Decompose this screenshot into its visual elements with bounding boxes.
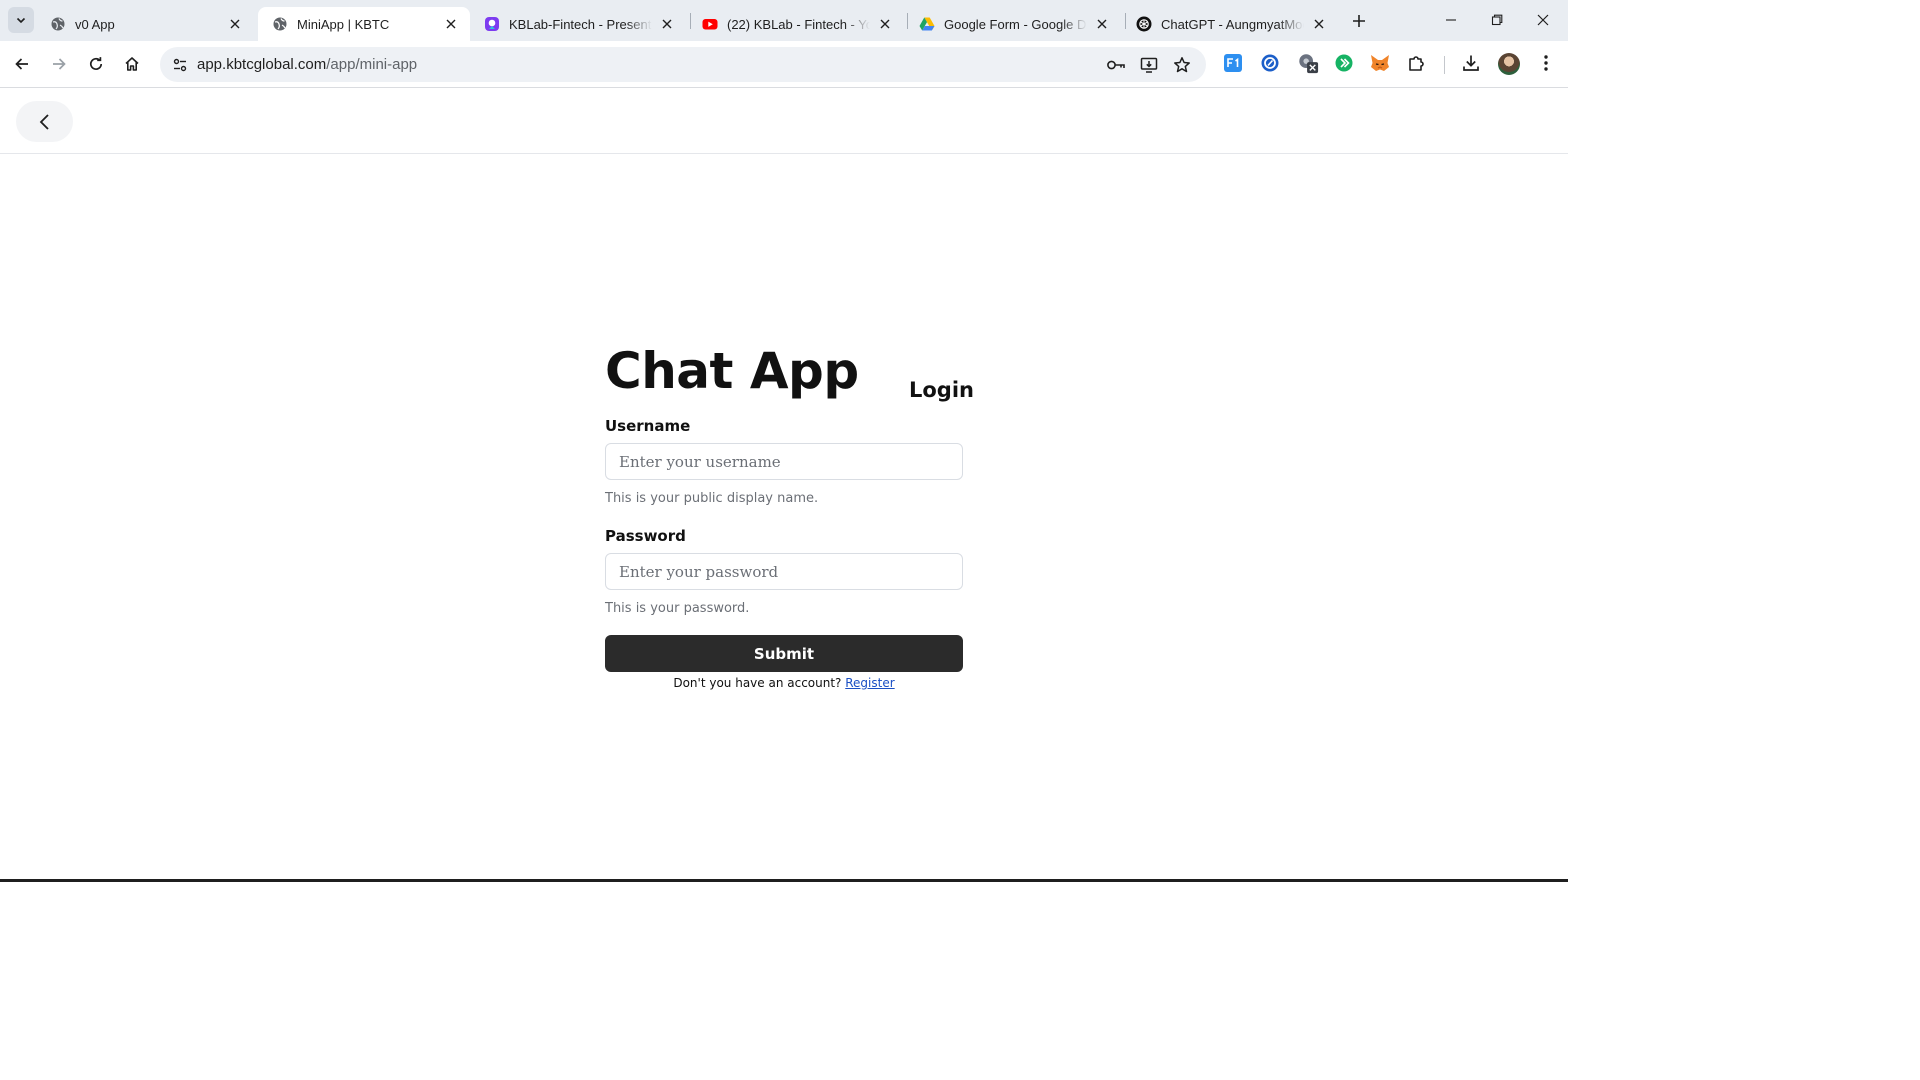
- plus-icon: [1353, 15, 1365, 27]
- tab-title: v0 App: [75, 16, 115, 32]
- username-input[interactable]: [605, 443, 963, 480]
- arrow-right-icon: [53, 58, 66, 70]
- site-info-button[interactable]: [168, 53, 192, 77]
- extensions-menu-button[interactable]: [1406, 52, 1428, 74]
- password-help-text: This is your password.: [605, 601, 750, 616]
- tune-icon: [173, 58, 187, 72]
- tab-title: KBLab-Fintech - Presentation: [509, 16, 652, 32]
- tab-title: ChatGPT - AungmyatMoe: [1161, 16, 1304, 32]
- chatgpt-icon: [1136, 16, 1152, 32]
- extension-x-button[interactable]: [1297, 52, 1319, 74]
- close-icon[interactable]: [226, 15, 244, 33]
- close-icon: [1537, 14, 1549, 26]
- tab-title: (22) KBLab - Fintech - YouTube: [727, 16, 870, 32]
- app-header: [0, 89, 1568, 154]
- url-host: app.kbtcglobal.com: [197, 56, 327, 73]
- profile-avatar[interactable]: [1498, 53, 1520, 75]
- reload-icon: [90, 57, 103, 70]
- back-nav-button[interactable]: [9, 51, 35, 77]
- metamask-button[interactable]: [1369, 52, 1391, 74]
- tab-miniapp-kbtc[interactable]: MiniApp | KBTC: [258, 7, 470, 41]
- forward-nav-button[interactable]: [46, 51, 72, 77]
- minimize-icon: [1446, 19, 1456, 21]
- circle-extension-icon: [1261, 54, 1279, 72]
- submit-button[interactable]: Submit: [605, 635, 963, 672]
- close-icon[interactable]: [1093, 15, 1111, 33]
- password-input[interactable]: [605, 553, 963, 590]
- reload-button[interactable]: [83, 51, 109, 77]
- back-button[interactable]: [16, 101, 73, 142]
- puzzle-icon: [1409, 56, 1424, 71]
- tab-google-drive[interactable]: Google Form - Google Drive: [905, 7, 1121, 41]
- tab-kblab-youtube[interactable]: (22) KBLab - Fintech - YouTube: [688, 7, 904, 41]
- google-drive-icon: [919, 16, 935, 32]
- tab-v0-app[interactable]: v0 App: [36, 7, 254, 41]
- browser-menu-button[interactable]: [1535, 52, 1557, 74]
- register-prompt: Don't you have an account? Register: [605, 676, 963, 690]
- browser-toolbar: app.kbtcglobal.com/app/mini-app: [0, 41, 1568, 88]
- address-bar[interactable]: app.kbtcglobal.com/app/mini-app: [160, 47, 1206, 82]
- downloads-button[interactable]: [1460, 52, 1482, 74]
- close-icon[interactable]: [1310, 15, 1328, 33]
- download-icon: [1463, 55, 1479, 71]
- youtube-icon: [702, 16, 718, 32]
- password-label: Password: [605, 527, 686, 545]
- register-prompt-text: Don't you have an account?: [673, 676, 842, 690]
- f1-extension-icon: [1224, 54, 1242, 72]
- username-label: Username: [605, 417, 691, 435]
- url-path: /app/mini-app: [326, 56, 418, 73]
- x-extension-icon: [1299, 54, 1319, 74]
- tab-chatgpt[interactable]: ChatGPT - AungmyatMoe: [1122, 7, 1338, 41]
- login-heading: Login: [909, 378, 974, 402]
- star-icon: [1174, 57, 1190, 73]
- fox-icon: [1371, 55, 1389, 71]
- username-help-text: This is your public display name.: [605, 491, 819, 506]
- globe-icon: [50, 16, 66, 32]
- extension-f1-button[interactable]: [1222, 52, 1244, 74]
- globe-icon: [272, 16, 288, 32]
- tab-title: MiniApp | KBTC: [297, 16, 390, 32]
- tab-title: Google Form - Google Drive: [944, 16, 1087, 32]
- url-text[interactable]: app.kbtcglobal.com/app/mini-app: [197, 56, 417, 73]
- extension-circle-button[interactable]: [1259, 52, 1281, 74]
- tab-search-button[interactable]: [8, 7, 34, 33]
- close-window-button[interactable]: [1520, 0, 1566, 40]
- register-link[interactable]: Register: [845, 676, 894, 690]
- toolbar-separator: [1444, 56, 1445, 74]
- tab-strip: v0 App MiniApp | KBTC KBLab-Fintech - Pr…: [0, 0, 1568, 41]
- restore-button[interactable]: [1474, 0, 1520, 40]
- chevron-left-icon: [39, 113, 49, 130]
- home-icon: [125, 57, 139, 71]
- arrow-left-icon: [15, 58, 28, 70]
- green-extension-icon: [1335, 54, 1353, 72]
- close-icon[interactable]: [658, 15, 676, 33]
- close-icon[interactable]: [442, 15, 460, 33]
- app-title: Chat App: [605, 342, 859, 400]
- install-icon: [1140, 57, 1158, 73]
- more-vertical-icon: [1544, 55, 1548, 71]
- new-tab-button[interactable]: [1347, 9, 1371, 33]
- key-icon: [1107, 60, 1125, 70]
- install-app-button[interactable]: [1137, 53, 1161, 77]
- extension-green-button[interactable]: [1333, 52, 1355, 74]
- home-button[interactable]: [119, 51, 145, 77]
- tab-kblab-presentation[interactable]: KBLab-Fintech - Presentation: [470, 7, 686, 41]
- minimize-button[interactable]: [1428, 0, 1474, 40]
- canva-icon: [484, 16, 500, 32]
- taskbar-edge: [0, 879, 1568, 882]
- chevron-down-icon: [16, 17, 26, 24]
- close-icon[interactable]: [876, 15, 894, 33]
- bookmark-button[interactable]: [1170, 53, 1194, 77]
- restore-icon: [1491, 14, 1503, 26]
- password-key-button[interactable]: [1104, 53, 1128, 77]
